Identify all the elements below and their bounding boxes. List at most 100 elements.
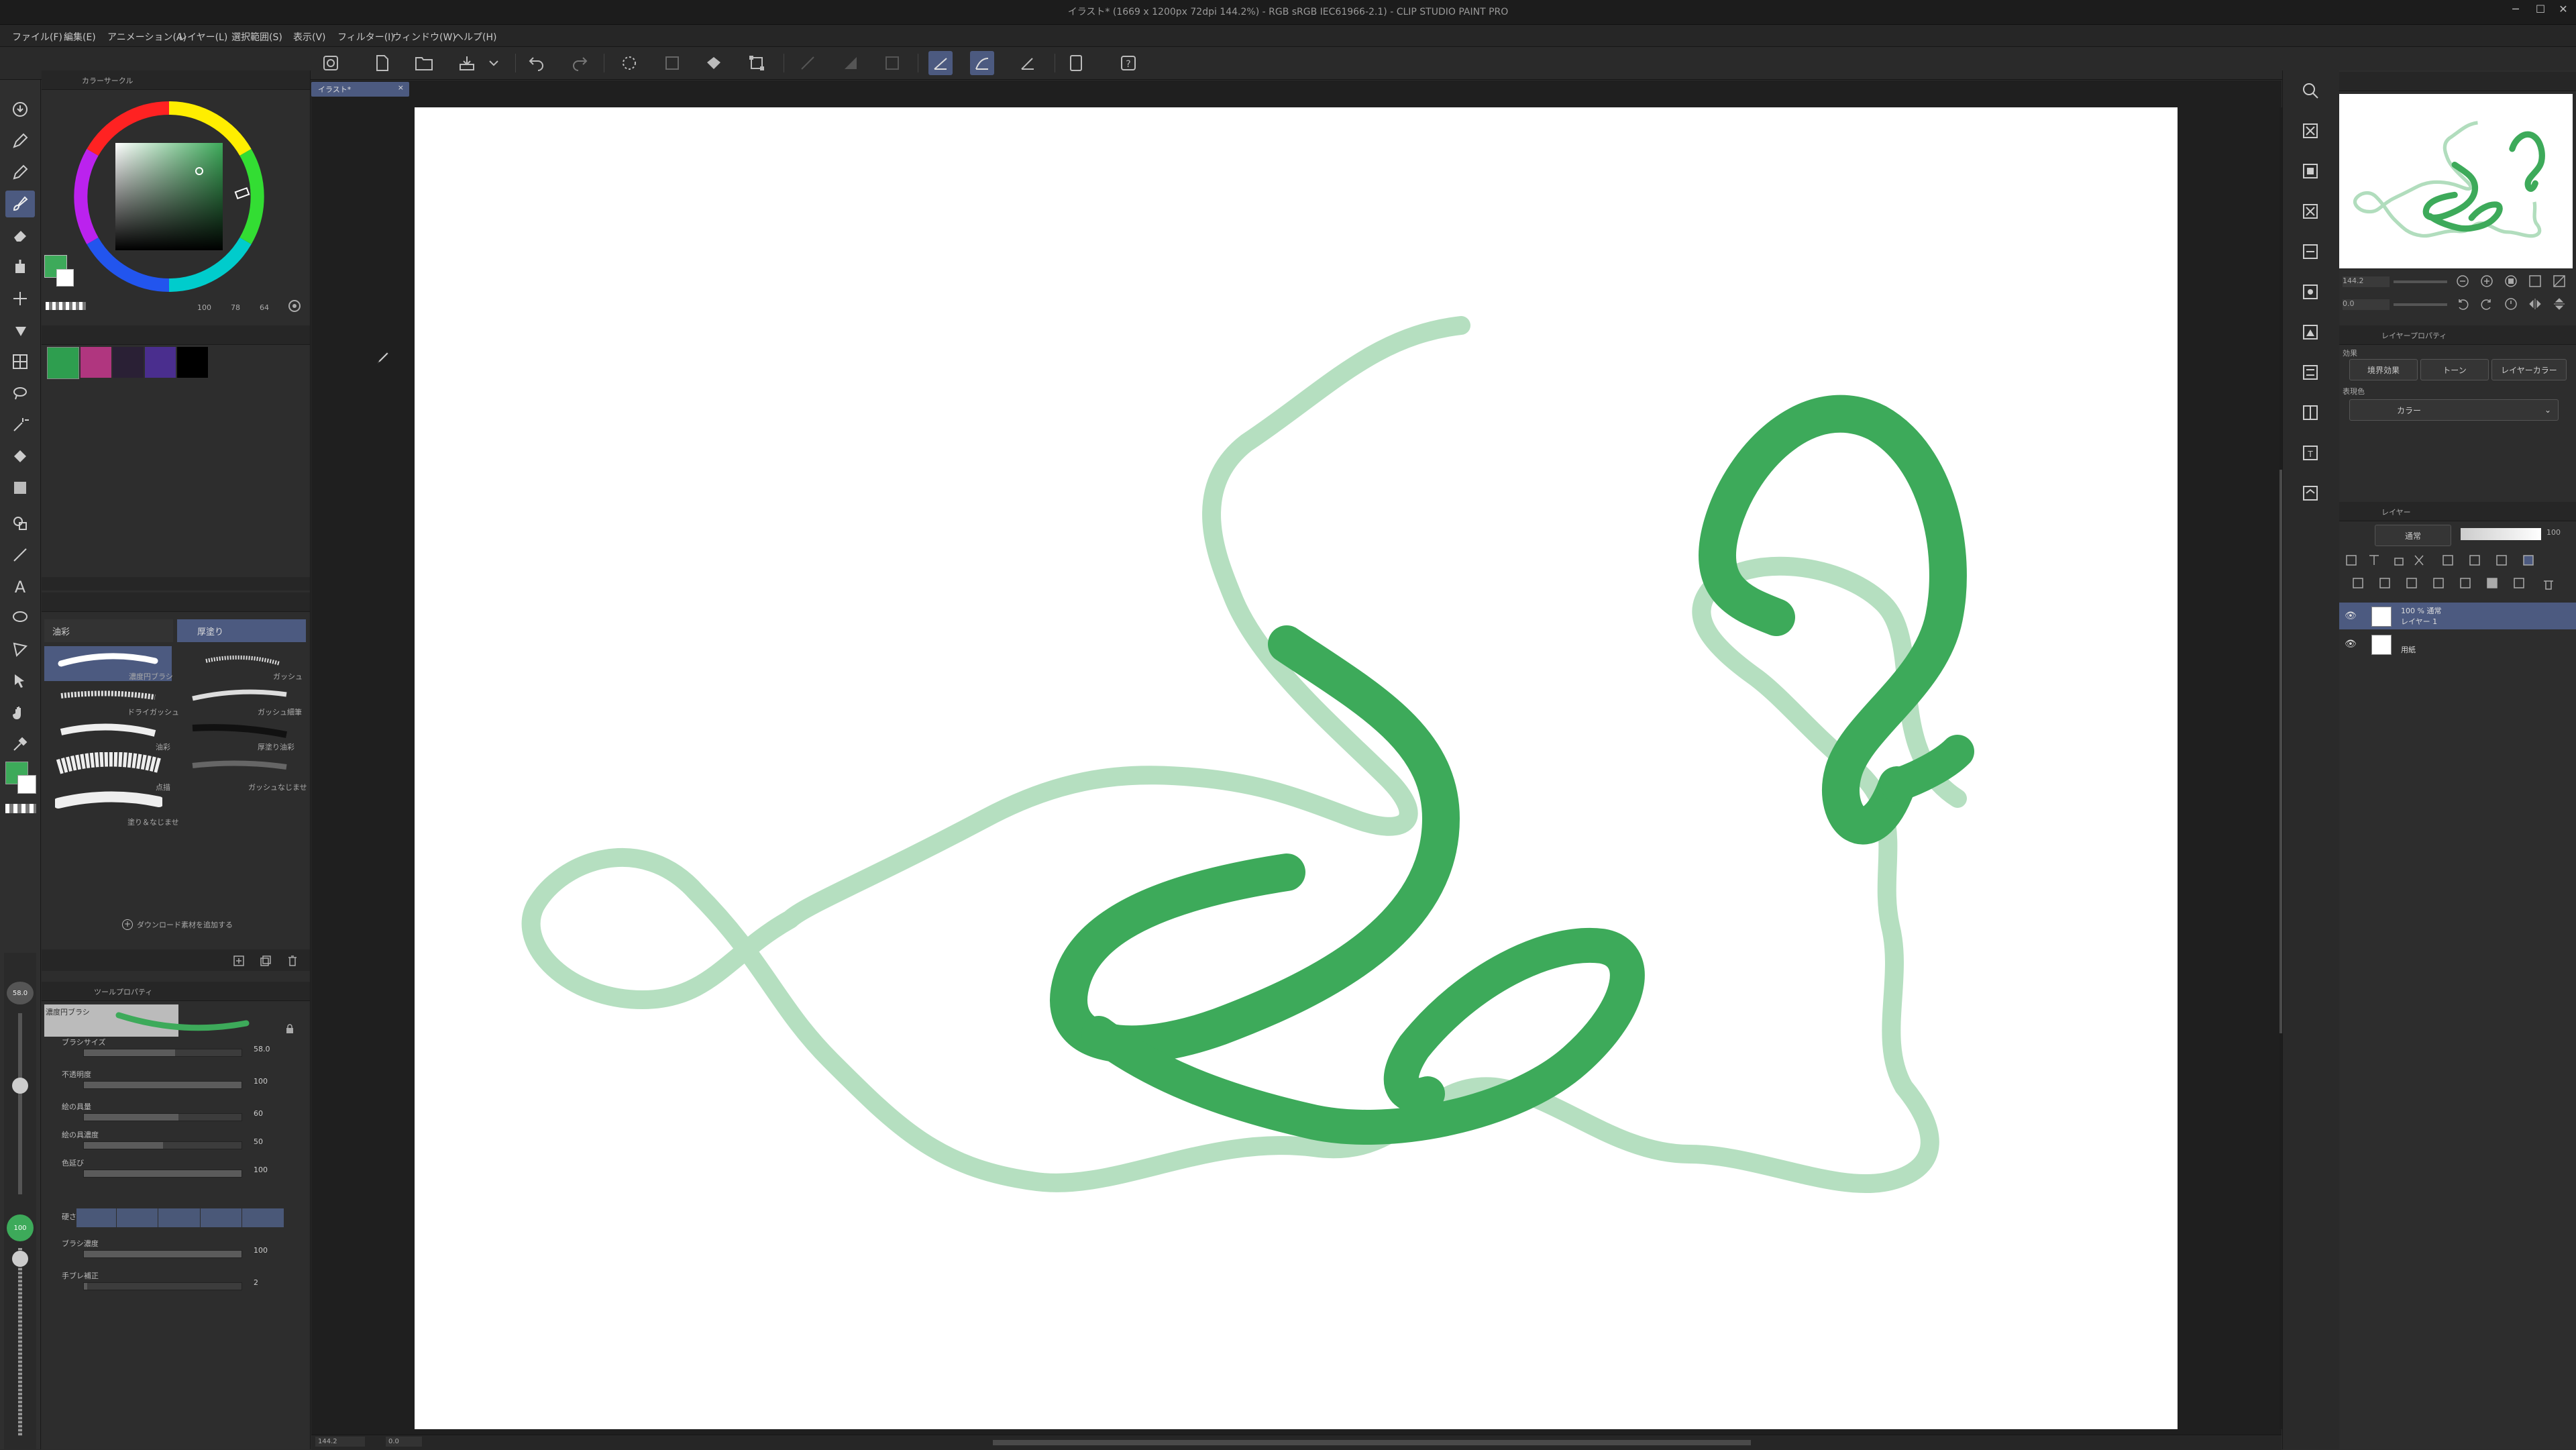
actual-size-icon[interactable] <box>2504 274 2518 289</box>
pencil-tool-icon[interactable] <box>5 159 35 186</box>
hardness-option[interactable] <box>76 1208 117 1227</box>
layer-property-tab-label[interactable]: レイヤープロパティ <box>2381 330 2447 341</box>
brush-name[interactable]: ドライガッシュ <box>127 707 179 717</box>
pen-tool-icon[interactable] <box>5 127 35 154</box>
hardness-option[interactable] <box>119 1208 159 1227</box>
border-effect-button[interactable]: 境界効果 <box>2349 359 2418 380</box>
tool-property-value[interactable]: 100 <box>254 1166 268 1174</box>
brush-size-slider-track[interactable] <box>18 1013 22 1194</box>
transparent-color-swatch[interactable] <box>5 804 36 813</box>
menu-layer[interactable]: レイヤー(L) <box>178 30 227 44</box>
hand-tool-icon[interactable] <box>5 699 35 726</box>
brush-name[interactable]: 油彩 <box>156 741 170 752</box>
flip-vertical-icon[interactable] <box>2552 297 2567 311</box>
swatch-color[interactable] <box>113 347 144 378</box>
zoom-tool-icon[interactable] <box>5 96 35 123</box>
eye-icon[interactable]: 👁 <box>2345 611 2357 621</box>
navigator-zoom-slider[interactable] <box>2394 280 2447 283</box>
brush-name[interactable]: 厚塗り油彩 <box>258 741 294 752</box>
brush-name[interactable]: 塗り＆なじませ <box>127 817 179 827</box>
menu-view[interactable]: 表示(V) <box>293 30 326 44</box>
material-folder-icon[interactable] <box>2290 476 2330 510</box>
layer-row[interactable]: 👁 100 % 通常 レイヤー 1 <box>2339 603 2576 629</box>
lasso-tool-icon[interactable] <box>5 380 35 407</box>
layer-color-button[interactable]: レイヤーカラー <box>2491 359 2567 380</box>
horizontal-scrollbar-thumb[interactable] <box>993 1440 1751 1445</box>
expression-color-select[interactable]: カラー ⌄ <box>2349 399 2559 421</box>
clip-studio-icon[interactable] <box>319 51 343 75</box>
tool-property-value[interactable]: 58.0 <box>254 1045 270 1053</box>
tool-property-value[interactable]: 2 <box>254 1278 258 1287</box>
layer-opacity-value[interactable]: 100 <box>2546 528 2561 537</box>
rotate-right-icon[interactable] <box>2479 297 2494 311</box>
brush-name[interactable]: ガッシュ <box>273 671 303 682</box>
move-tool-icon[interactable] <box>5 285 35 312</box>
layer-panel-tab-label[interactable]: レイヤー <box>2381 507 2411 517</box>
close-icon[interactable]: ✕ <box>2553 3 2573 15</box>
blend-mode-select[interactable]: 通常 <box>2375 525 2451 546</box>
tool-property-slider[interactable] <box>83 1113 242 1121</box>
navigator-rotate-slider[interactable] <box>2394 303 2447 306</box>
tablet-icon[interactable] <box>1064 51 1088 75</box>
brush-name[interactable]: ガッシュなじませ <box>248 782 307 792</box>
text-tool-icon[interactable]: A <box>5 573 35 600</box>
open-file-icon[interactable] <box>412 51 436 75</box>
material-frame-icon[interactable] <box>2290 396 2330 429</box>
fill-icon[interactable] <box>702 51 726 75</box>
color-settings-icon[interactable] <box>287 299 302 313</box>
hardness-selector[interactable] <box>76 1208 284 1227</box>
tool-property-slider[interactable] <box>83 1282 242 1290</box>
hardness-option[interactable] <box>244 1208 284 1227</box>
swatch-color[interactable] <box>145 347 176 378</box>
tool-property-slider[interactable] <box>83 1081 242 1089</box>
snap-ruler-icon[interactable] <box>928 51 953 75</box>
save-dropdown-icon[interactable] <box>486 51 502 75</box>
material-image-icon[interactable] <box>2290 154 2330 188</box>
color-wheel[interactable] <box>68 96 270 297</box>
bucket-tool-icon[interactable] <box>5 443 35 470</box>
subtool-group-oil[interactable]: 油彩 <box>44 619 173 642</box>
swatch-color[interactable] <box>80 347 111 378</box>
gradient-tool-icon[interactable] <box>5 474 35 501</box>
canvas-tab[interactable]: イラスト* × <box>311 82 409 97</box>
brush-size-slider-handle[interactable] <box>12 1078 28 1094</box>
canvas-tab-close-icon[interactable]: × <box>398 83 404 92</box>
material-manga-icon[interactable] <box>2290 356 2330 389</box>
frame-tool-icon[interactable] <box>5 348 35 375</box>
material-3d-icon[interactable] <box>2290 315 2330 349</box>
operation-tool-icon[interactable] <box>5 668 35 694</box>
zoom-out-icon[interactable] <box>2455 274 2470 289</box>
fit-window-icon[interactable] <box>2528 274 2542 289</box>
hardness-option[interactable] <box>160 1208 201 1227</box>
material-brush-icon[interactable] <box>2290 275 2330 309</box>
rotate-view-icon[interactable] <box>839 51 863 75</box>
angle-readout[interactable]: 0.0 <box>386 1437 422 1447</box>
swatch-color[interactable] <box>47 347 79 379</box>
menu-help[interactable]: ヘルプ(H) <box>454 30 496 44</box>
navigator-preview[interactable] <box>2339 94 2573 268</box>
menu-file[interactable]: ファイル(F) <box>12 30 62 44</box>
maximize-icon[interactable]: ☐ <box>2530 3 2551 15</box>
copy-subtool-icon[interactable] <box>260 955 272 967</box>
tool-property-value[interactable]: 50 <box>254 1137 263 1146</box>
material-pattern-icon[interactable] <box>2290 235 2330 268</box>
invert-selection-icon[interactable] <box>660 51 684 75</box>
reset-rotate-icon[interactable] <box>2504 297 2518 311</box>
balloon-tool-icon[interactable] <box>5 605 35 631</box>
material-text-icon[interactable]: T <box>2290 436 2330 470</box>
eyedropper-tool-icon[interactable] <box>5 731 35 758</box>
swatch-color[interactable] <box>177 347 208 378</box>
help-icon[interactable]: ? <box>1116 51 1140 75</box>
eye-icon[interactable]: 👁 <box>2345 639 2357 650</box>
save-icon[interactable] <box>455 51 479 75</box>
zoom-readout[interactable]: 144.2 <box>315 1437 365 1447</box>
eraser-tool-icon[interactable] <box>5 222 35 249</box>
color-panel-sub-swatch[interactable] <box>56 269 74 287</box>
tool-property-slider[interactable] <box>83 1049 242 1057</box>
navigator-zoom-field[interactable]: 144.2 <box>2343 276 2390 287</box>
menu-filter[interactable]: フィルター(I) <box>337 30 394 44</box>
add-material-link[interactable]: + ダウンロード素材を追加する <box>122 919 233 930</box>
sub-color-swatch[interactable] <box>17 775 36 794</box>
zoom-in-icon[interactable] <box>2479 274 2494 289</box>
opacity-slider-handle[interactable] <box>12 1251 28 1267</box>
